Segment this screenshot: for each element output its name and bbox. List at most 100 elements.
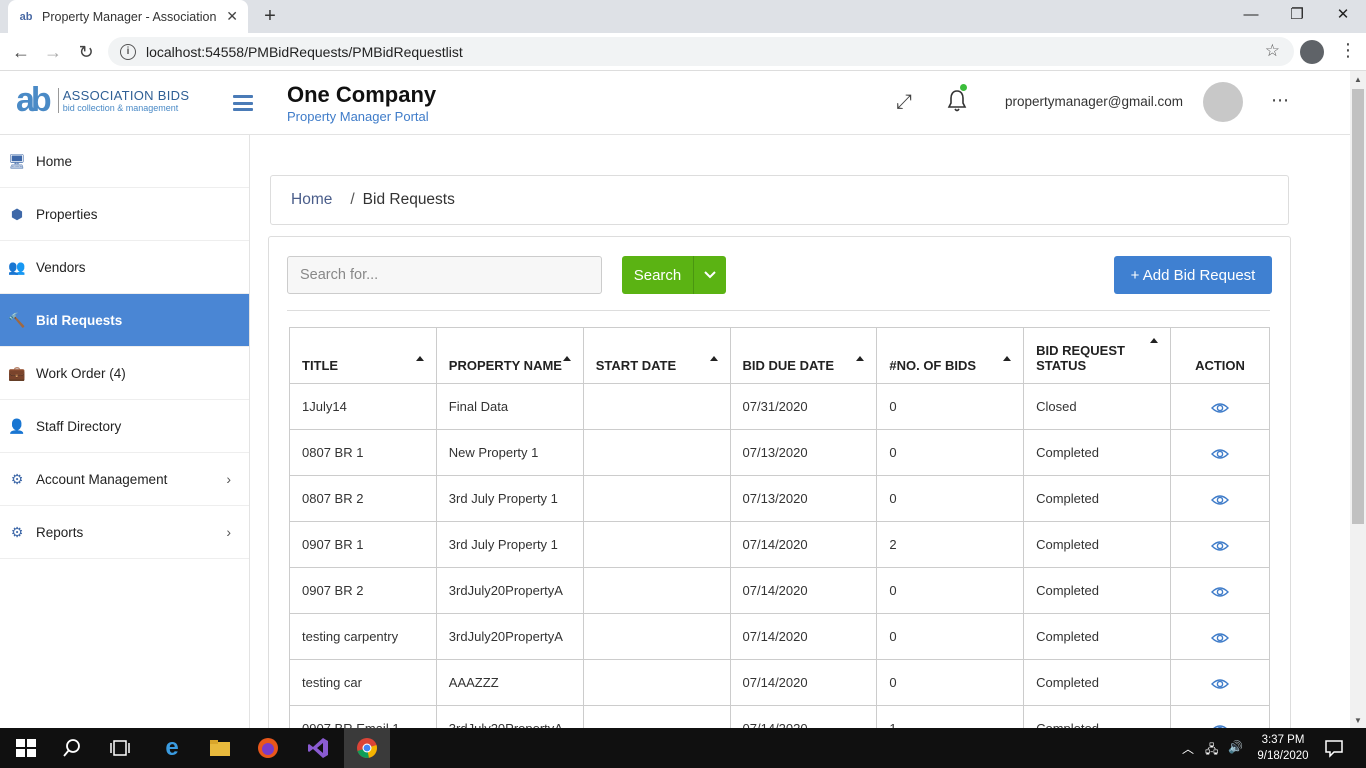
sidebar-item-label: Properties	[36, 206, 98, 222]
search-input[interactable]: Search for...	[287, 256, 602, 294]
cell-start-date	[582, 659, 731, 706]
cogs-icon: ⚙	[10, 523, 24, 540]
action-center-icon[interactable]	[1322, 736, 1346, 760]
scroll-down-icon[interactable]: ▼	[1350, 716, 1366, 725]
more-options-icon[interactable]: ⋯	[1271, 90, 1290, 111]
browser-tab[interactable]: ab Property Manager - Association B ✕	[8, 0, 248, 33]
task-view-icon[interactable]	[108, 736, 132, 760]
taskbar-clock[interactable]: 3:37 PM 9/18/2020	[1254, 732, 1312, 764]
logo-mark: ab	[16, 81, 52, 119]
table-row[interactable]: 0807 BR 1 New Property 1 07/13/2020 0 Comple…	[289, 429, 1270, 476]
internet-explorer-icon[interactable]: e	[160, 736, 184, 760]
address-bar[interactable]: i localhost:54558/PMBidRequests/PMBidReq…	[108, 37, 1294, 66]
view-eye-icon[interactable]	[1211, 540, 1229, 552]
page-scrollbar[interactable]: ▲ ▼	[1350, 71, 1366, 728]
view-eye-icon[interactable]	[1211, 678, 1229, 690]
sort-asc-icon[interactable]	[1003, 356, 1012, 361]
sort-asc-icon[interactable]	[562, 356, 571, 361]
view-eye-icon[interactable]	[1211, 632, 1229, 644]
tray-chevron-icon[interactable]: ︿	[1182, 740, 1194, 757]
site-info-icon[interactable]: i	[120, 43, 136, 60]
cell-property-name: 3rdJuly20PropertyA	[435, 613, 584, 660]
association-bids-logo[interactable]: ab ASSOCIATION BIDS bid collection & man…	[16, 83, 189, 117]
file-explorer-icon[interactable]	[208, 736, 232, 760]
scrollbar-thumb[interactable]	[1352, 89, 1364, 524]
sidebar-item-staff-directory[interactable]: 👤 Staff Directory	[0, 400, 249, 453]
column-header-status[interactable]: BID REQUEST STATUS	[1023, 327, 1172, 384]
maximize-button[interactable]: ❐	[1274, 0, 1320, 33]
sort-asc-icon[interactable]	[415, 356, 424, 361]
network-icon[interactable]: 🖧	[1205, 740, 1218, 761]
browser-menu-icon[interactable]: ⋮	[1338, 40, 1358, 61]
sidebar-item-properties[interactable]: ⬢ Properties	[0, 188, 249, 241]
browser-profile-icon[interactable]	[1300, 40, 1324, 64]
chrome-icon[interactable]	[355, 736, 379, 760]
cell-no-of-bids: 0	[876, 429, 1025, 476]
scroll-up-icon[interactable]: ▲	[1350, 75, 1366, 84]
sidebar-item-bid-requests[interactable]: 🔨 Bid Requests	[0, 294, 249, 347]
fullscreen-expand-icon[interactable]: ⤢	[896, 91, 912, 114]
column-header-property-name[interactable]: PROPERTY NAME	[435, 327, 584, 384]
cell-start-date	[582, 383, 731, 430]
contact-icon: 👤	[8, 417, 26, 434]
sort-asc-icon[interactable]	[856, 356, 865, 361]
user-email[interactable]: propertymanager@gmail.com	[1005, 94, 1183, 109]
sidebar-item-label: Reports	[36, 524, 84, 540]
bookmark-star-icon[interactable]: ☆	[1265, 41, 1280, 61]
gavel-icon: 🔨	[8, 311, 26, 328]
taskbar-search-icon[interactable]	[60, 736, 84, 760]
sidebar-item-vendors[interactable]: 👥 Vendors	[0, 241, 249, 294]
reload-icon[interactable]: ↻	[73, 40, 99, 66]
hamburger-menu-icon[interactable]	[233, 95, 253, 111]
column-header-no-of-bids[interactable]: #NO. OF BIDS	[876, 327, 1025, 384]
chevron-right-icon[interactable]: ›	[226, 471, 231, 487]
chevron-right-icon[interactable]: ›	[226, 524, 231, 540]
windows-start-icon[interactable]	[14, 736, 38, 760]
table-row[interactable]: 0907 BR 1 3rd July Property 1 07/14/2020 2 C…	[289, 521, 1270, 568]
sort-asc-icon[interactable]	[1150, 338, 1159, 343]
forward-icon[interactable]: →	[40, 40, 66, 66]
cell-action	[1170, 659, 1270, 706]
view-eye-icon[interactable]	[1211, 402, 1229, 414]
cell-no-of-bids: 0	[876, 613, 1025, 660]
table-row[interactable]: 1July14 Final Data 07/31/2020 0 Closed	[289, 383, 1270, 430]
column-header-title[interactable]: TITLE	[289, 327, 437, 384]
sidebar-item-work-order[interactable]: 💼 Work Order (4)	[0, 347, 249, 400]
column-header-bid-due-date[interactable]: BID DUE DATE	[729, 327, 878, 384]
search-dropdown-toggle[interactable]	[693, 256, 726, 294]
sidebar-item-label: Work Order (4)	[36, 365, 126, 381]
table-row[interactable]: 0907 BR 2 3rdJuly20PropertyA 07/14/2020 0 Co…	[289, 567, 1270, 614]
view-eye-icon[interactable]	[1211, 448, 1229, 460]
column-header-start-date[interactable]: START DATE	[582, 327, 731, 384]
minimize-button[interactable]: —	[1228, 0, 1274, 33]
view-eye-icon[interactable]	[1211, 586, 1229, 598]
volume-icon[interactable]: 🔊	[1228, 740, 1243, 754]
tab-close-icon[interactable]: ✕	[226, 8, 238, 25]
avatar[interactable]	[1203, 82, 1243, 122]
notification-bell-icon[interactable]	[945, 88, 969, 114]
table-row[interactable]: testing carpentry 3rdJuly20PropertyA 07/14…	[289, 613, 1270, 660]
back-icon[interactable]: ←	[8, 40, 34, 66]
breadcrumb-home-link[interactable]: Home	[291, 191, 332, 209]
table-row[interactable]: 0807 BR 2 3rd July Property 1 07/13/2020 0 C…	[289, 475, 1270, 522]
new-tab-button[interactable]: +	[258, 5, 282, 29]
visual-studio-icon[interactable]	[306, 736, 330, 760]
table-row[interactable]: testing car AAAZZZ 07/14/2020 0 Completed	[289, 659, 1270, 706]
header-label: ACTION	[1195, 358, 1245, 373]
breadcrumb: Home / Bid Requests	[270, 175, 1289, 225]
add-bid-request-button[interactable]: + Add Bid Request	[1114, 256, 1272, 294]
company-name: One Company	[287, 82, 437, 107]
sidebar-item-home[interactable]: 🖥 Home	[0, 135, 249, 188]
firefox-icon[interactable]	[256, 736, 280, 760]
sort-asc-icon[interactable]	[709, 356, 718, 361]
cell-status: Completed	[1023, 613, 1172, 660]
view-eye-icon[interactable]	[1211, 494, 1229, 506]
window-close-button[interactable]: ✕	[1320, 0, 1366, 33]
header-label: START DATE	[595, 358, 677, 373]
cell-start-date	[582, 475, 731, 522]
sidebar-item-reports[interactable]: ⚙ Reports ›	[0, 506, 249, 559]
cogs-icon: ⚙	[10, 470, 24, 487]
sidebar-item-account-management[interactable]: ⚙ Account Management ›	[0, 453, 249, 506]
cell-status: Completed	[1023, 475, 1172, 522]
search-button[interactable]: Search	[622, 256, 693, 294]
